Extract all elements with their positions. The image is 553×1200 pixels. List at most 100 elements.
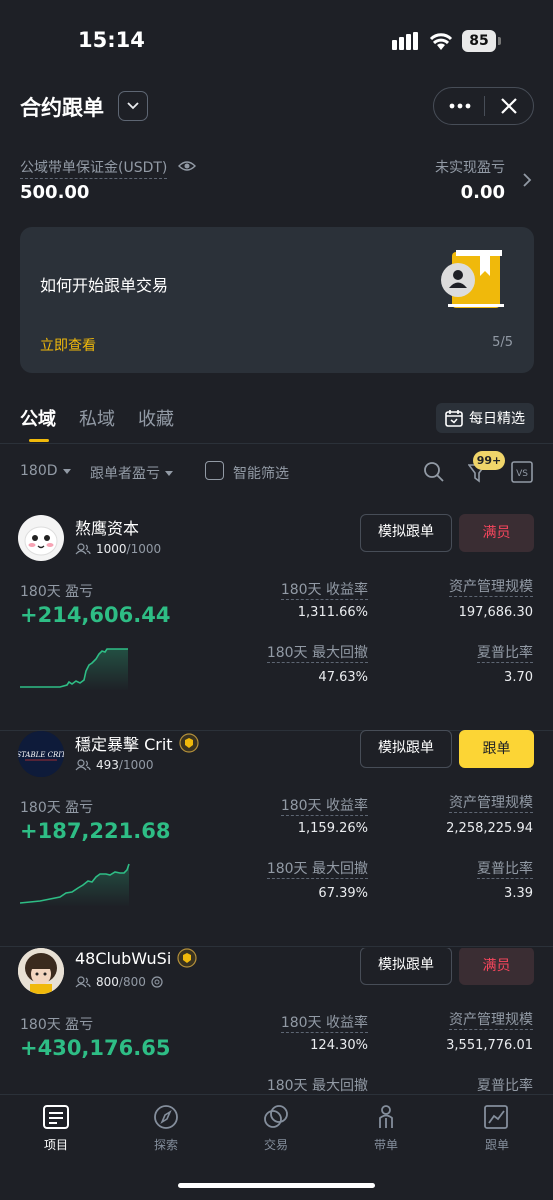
chevron-down-icon bbox=[127, 102, 139, 110]
page-title: 合约跟单 bbox=[20, 96, 104, 120]
aum-value: 3,551,776.01 bbox=[446, 1038, 533, 1053]
title-dropdown-button[interactable] bbox=[118, 91, 148, 121]
roi-label[interactable]: 180天 收益率 bbox=[280, 579, 368, 600]
header-separator bbox=[484, 96, 485, 116]
users-icon bbox=[75, 976, 91, 988]
users-icon bbox=[75, 543, 91, 555]
followers-current: 800 bbox=[96, 975, 119, 989]
mock-copy-button[interactable]: 模拟跟单 bbox=[360, 730, 452, 768]
person-icon bbox=[379, 1105, 393, 1128]
wifi-icon bbox=[428, 31, 454, 55]
nav-copy-trading[interactable]: 跟单 bbox=[457, 1104, 537, 1153]
mdd-label[interactable]: 180天 最大回撤 bbox=[266, 642, 368, 663]
full-status-button[interactable]: 满员 bbox=[459, 948, 534, 985]
follower-count: 800/800 bbox=[75, 975, 163, 989]
sharpe-value: 3.39 bbox=[504, 886, 533, 901]
exchange-icon bbox=[264, 1105, 288, 1128]
aum-value: 2,258,225.94 bbox=[446, 821, 533, 836]
sharpe-label[interactable]: 夏普比率 bbox=[477, 642, 533, 663]
more-button[interactable] bbox=[448, 96, 472, 116]
aum-label[interactable]: 资产管理规模 bbox=[449, 792, 533, 813]
close-button[interactable] bbox=[499, 96, 519, 116]
verified-badge-icon bbox=[177, 948, 197, 968]
trader-name-text: 穩定暴擊 Crit bbox=[75, 735, 173, 754]
period-filter-label: 180D bbox=[20, 463, 58, 479]
banner-title: 如何开始跟单交易 bbox=[40, 276, 169, 295]
users-icon bbox=[75, 759, 91, 771]
roi-value: 1,159.26% bbox=[297, 821, 368, 836]
daily-pick-button[interactable]: 每日精选 bbox=[436, 403, 534, 433]
pnl-value: +214,606.44 bbox=[20, 603, 171, 627]
pnl-value: +187,221.68 bbox=[20, 819, 171, 843]
search-icon[interactable] bbox=[423, 461, 445, 487]
chevron-right-icon[interactable] bbox=[522, 172, 532, 192]
signal-icon bbox=[392, 32, 420, 54]
period-filter[interactable]: 180D bbox=[20, 463, 71, 479]
roi-label[interactable]: 180天 收益率 bbox=[280, 795, 368, 816]
chart-icon bbox=[484, 1105, 508, 1129]
trader-card[interactable]: 48ClubWuSi 800/800 模拟跟单 满员 180天 盈亏 +430,… bbox=[0, 948, 553, 1094]
nav-label: 探索 bbox=[153, 1138, 178, 1152]
follower-count: 1000/1000 bbox=[75, 542, 161, 556]
nav-lead-trading[interactable]: 带单 bbox=[346, 1104, 426, 1153]
compare-icon[interactable]: VS bbox=[511, 461, 533, 487]
status-time: 15:14 bbox=[78, 28, 145, 52]
aum-label[interactable]: 资产管理规模 bbox=[449, 1009, 533, 1030]
trader-name-text: 熬鹰资本 bbox=[75, 519, 140, 538]
roi-value: 124.30% bbox=[310, 1038, 368, 1053]
banner-view-link[interactable]: 立即查看 bbox=[40, 335, 96, 355]
aum-label[interactable]: 资产管理规模 bbox=[449, 576, 533, 597]
pnl-sparkline bbox=[20, 863, 130, 907]
card-divider bbox=[0, 946, 553, 947]
full-status-button[interactable]: 满员 bbox=[459, 514, 534, 552]
tab-public[interactable]: 公域 bbox=[20, 405, 56, 431]
compass-icon bbox=[154, 1105, 178, 1129]
trader-avatar bbox=[18, 948, 64, 994]
eye-icon[interactable] bbox=[178, 158, 196, 177]
mock-copy-button[interactable]: 模拟跟单 bbox=[360, 514, 452, 552]
margin-value: 500.00 bbox=[20, 182, 90, 203]
guide-book-icon bbox=[438, 248, 510, 318]
unrealized-pnl-value: 0.00 bbox=[460, 182, 505, 203]
sort-filter-label: 跟单者盈亏 bbox=[90, 466, 160, 482]
smart-filter-checkbox[interactable] bbox=[205, 461, 224, 480]
more-horizontal-icon bbox=[449, 103, 471, 109]
sort-filter[interactable]: 跟单者盈亏 bbox=[90, 463, 173, 483]
svg-text:VS: VS bbox=[516, 469, 528, 479]
nav-explore[interactable]: 探索 bbox=[126, 1104, 206, 1153]
caret-down-icon bbox=[62, 468, 71, 474]
sharpe-label[interactable]: 夏普比率 bbox=[477, 1075, 533, 1094]
banner-page-indicator: 5/5 bbox=[492, 335, 513, 350]
tab-favorites[interactable]: 收藏 bbox=[138, 405, 174, 431]
trader-name: 穩定暴擊 Crit bbox=[75, 731, 199, 755]
roi-label[interactable]: 180天 收益率 bbox=[280, 1012, 368, 1033]
aum-value: 197,686.30 bbox=[458, 605, 533, 620]
nav-projects[interactable]: 项目 bbox=[16, 1104, 96, 1153]
nav-label: 跟单 bbox=[484, 1138, 509, 1152]
trader-card[interactable]: 熬鹰资本 1000/1000 模拟跟单 满员 180天 盈亏 +214,606.… bbox=[0, 514, 553, 731]
filter-count-badge: 99+ bbox=[473, 451, 505, 470]
nav-label: 带单 bbox=[373, 1138, 398, 1152]
margin-label[interactable]: 公域带单保证金(USDT) bbox=[20, 157, 168, 179]
mdd-label[interactable]: 180天 最大回撤 bbox=[267, 1075, 368, 1094]
mdd-label[interactable]: 180天 最大回撤 bbox=[266, 858, 368, 879]
sharpe-label[interactable]: 夏普比率 bbox=[477, 858, 533, 879]
battery-tip bbox=[498, 37, 501, 45]
nav-label: 项目 bbox=[43, 1138, 68, 1152]
nav-trade[interactable]: 交易 bbox=[236, 1104, 316, 1153]
calendar-icon bbox=[445, 410, 463, 427]
trader-name-text: 48ClubWuSi bbox=[75, 948, 172, 968]
smart-filter-label[interactable]: 智能筛选 bbox=[233, 463, 289, 483]
mdd-value: 67.39% bbox=[318, 886, 368, 901]
trader-card[interactable]: STABLE CRIT 穩定暴擊 Crit 493/1000 模拟跟单 跟单 1… bbox=[0, 730, 553, 947]
home-indicator bbox=[178, 1183, 375, 1188]
copy-trade-button[interactable]: 跟单 bbox=[459, 730, 534, 768]
tab-private[interactable]: 私域 bbox=[79, 405, 115, 431]
caret-down-icon bbox=[165, 470, 173, 476]
mock-copy-button[interactable]: 模拟跟单 bbox=[360, 948, 452, 985]
battery-indicator: 85 bbox=[462, 30, 496, 52]
pnl-sparkline bbox=[20, 1074, 132, 1094]
coin-icon bbox=[151, 976, 163, 988]
active-tab-indicator bbox=[29, 439, 49, 442]
trader-avatar bbox=[18, 515, 64, 561]
